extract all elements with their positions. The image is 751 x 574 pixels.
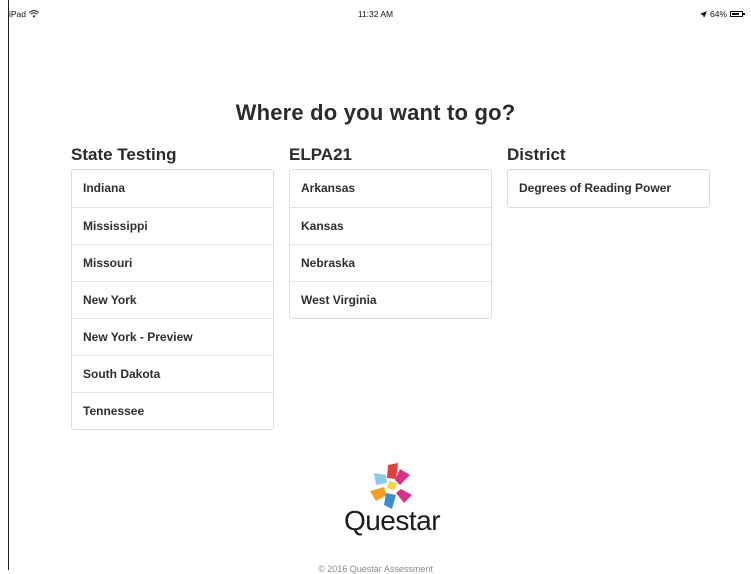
location-arrow-icon (699, 10, 707, 18)
status-bar: iPad 11:32 AM 64% (0, 0, 751, 20)
list-item-degrees-of-reading-power[interactable]: Degrees of Reading Power (508, 170, 709, 207)
status-time: 11:32 AM (357, 9, 394, 19)
battery-icon (730, 11, 745, 17)
list-item-south-dakota[interactable]: South Dakota (72, 355, 273, 392)
column-heading: District (507, 145, 566, 164)
questar-wordmark: Questar (343, 505, 441, 536)
list-item-nebraska[interactable]: Nebraska (290, 244, 491, 281)
destination-list: Indiana Mississippi Missouri New York Ne… (71, 169, 274, 430)
list-item-arkansas[interactable]: Arkansas (290, 170, 491, 207)
page-title: Where do you want to go? (235, 100, 516, 125)
destination-list: Degrees of Reading Power (507, 169, 710, 208)
questar-logo: Questar (336, 463, 448, 543)
column-district: District Degrees of Reading Power (507, 145, 710, 208)
list-item-kansas[interactable]: Kansas (290, 207, 491, 244)
copyright-text: © 2016 Questar Assessment (318, 564, 433, 574)
battery-percent: 64% (709, 9, 727, 19)
list-item-new-york-preview[interactable]: New York - Preview (72, 318, 273, 355)
list-item-new-york[interactable]: New York (72, 281, 273, 318)
column-heading: State Testing (71, 145, 177, 164)
column-elpa21: ELPA21 Arkansas Kansas Nebraska West Vir… (289, 145, 492, 319)
destination-list: Arkansas Kansas Nebraska West Virginia (289, 169, 492, 319)
list-item-mississippi[interactable]: Mississippi (72, 207, 273, 244)
list-item-missouri[interactable]: Missouri (72, 244, 273, 281)
list-item-tennessee[interactable]: Tennessee (72, 392, 273, 429)
list-item-west-virginia[interactable]: West Virginia (290, 281, 491, 318)
list-item-indiana[interactable]: Indiana (72, 170, 273, 207)
column-heading: ELPA21 (289, 145, 352, 164)
status-right: 64% (699, 9, 745, 19)
column-state-testing: State Testing Indiana Mississippi Missou… (71, 145, 274, 430)
